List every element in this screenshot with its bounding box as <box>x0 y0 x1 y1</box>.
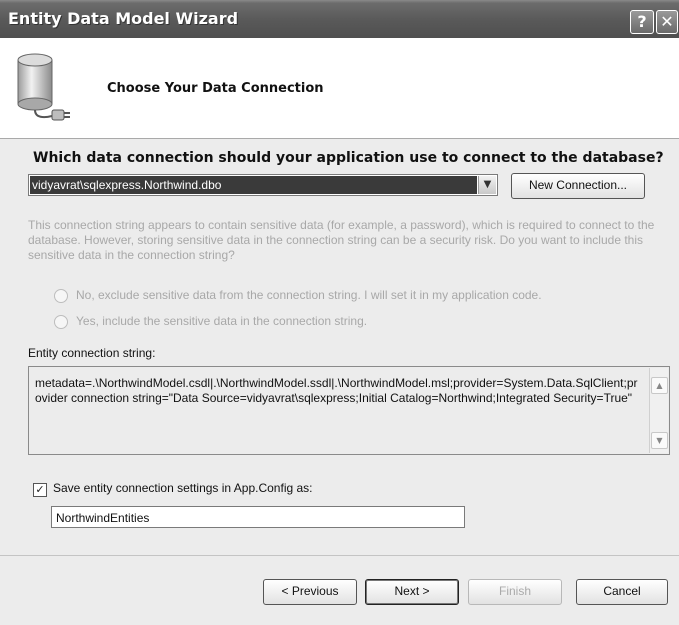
footer-divider <box>0 555 679 556</box>
radio-exclude-label: No, exclude sensitive data from the conn… <box>76 288 542 302</box>
new-connection-button[interactable]: New Connection... <box>511 173 645 199</box>
entity-connection-value: metadata=.\NorthwindModel.csdl|.\Northwi… <box>35 376 638 405</box>
entity-connection-label: Entity connection string: <box>28 346 156 360</box>
entity-connection-textbox[interactable]: metadata=.\NorthwindModel.csdl|.\Northwi… <box>28 366 670 455</box>
scroll-up-icon[interactable]: ▲ <box>651 377 668 394</box>
finish-button: Finish <box>468 579 562 605</box>
cancel-button[interactable]: Cancel <box>576 579 668 605</box>
connection-question: Which data connection should your applic… <box>33 150 664 166</box>
help-icon: ? <box>637 12 647 31</box>
radio-button-no[interactable] <box>54 289 68 303</box>
wizard-header: Choose Your Data Connection <box>0 38 679 139</box>
database-connection-icon <box>17 53 70 121</box>
page-title: Choose Your Data Connection <box>107 81 324 96</box>
connection-dropdown[interactable]: vidyavrat\sqlexpress.Northwind.dbo ▼ <box>28 174 498 196</box>
save-settings-checkbox[interactable]: ✓ <box>33 483 47 497</box>
radio-button-yes[interactable] <box>54 315 68 329</box>
checkmark-icon: ✓ <box>35 483 45 496</box>
close-icon: ✕ <box>660 12 674 31</box>
vertical-scrollbar[interactable]: ▲ ▼ <box>649 368 668 453</box>
radio-include-label: Yes, include the sensitive data in the c… <box>76 314 368 328</box>
scroll-down-icon[interactable]: ▼ <box>651 432 668 449</box>
next-button[interactable]: Next > <box>365 579 459 605</box>
save-settings-label: Save entity connection settings in App.C… <box>53 481 313 495</box>
window-title: Entity Data Model Wizard <box>8 9 239 28</box>
chevron-down-icon[interactable]: ▼ <box>478 176 496 194</box>
sensitive-data-warning: This connection string appears to contai… <box>28 218 655 262</box>
close-button[interactable]: ✕ <box>656 10 678 34</box>
entity-name-input[interactable]: NorthwindEntities <box>51 506 465 528</box>
previous-button[interactable]: < Previous <box>263 579 357 605</box>
help-button[interactable]: ? <box>630 10 654 34</box>
connection-selected-value: vidyavrat\sqlexpress.Northwind.dbo <box>30 176 477 194</box>
